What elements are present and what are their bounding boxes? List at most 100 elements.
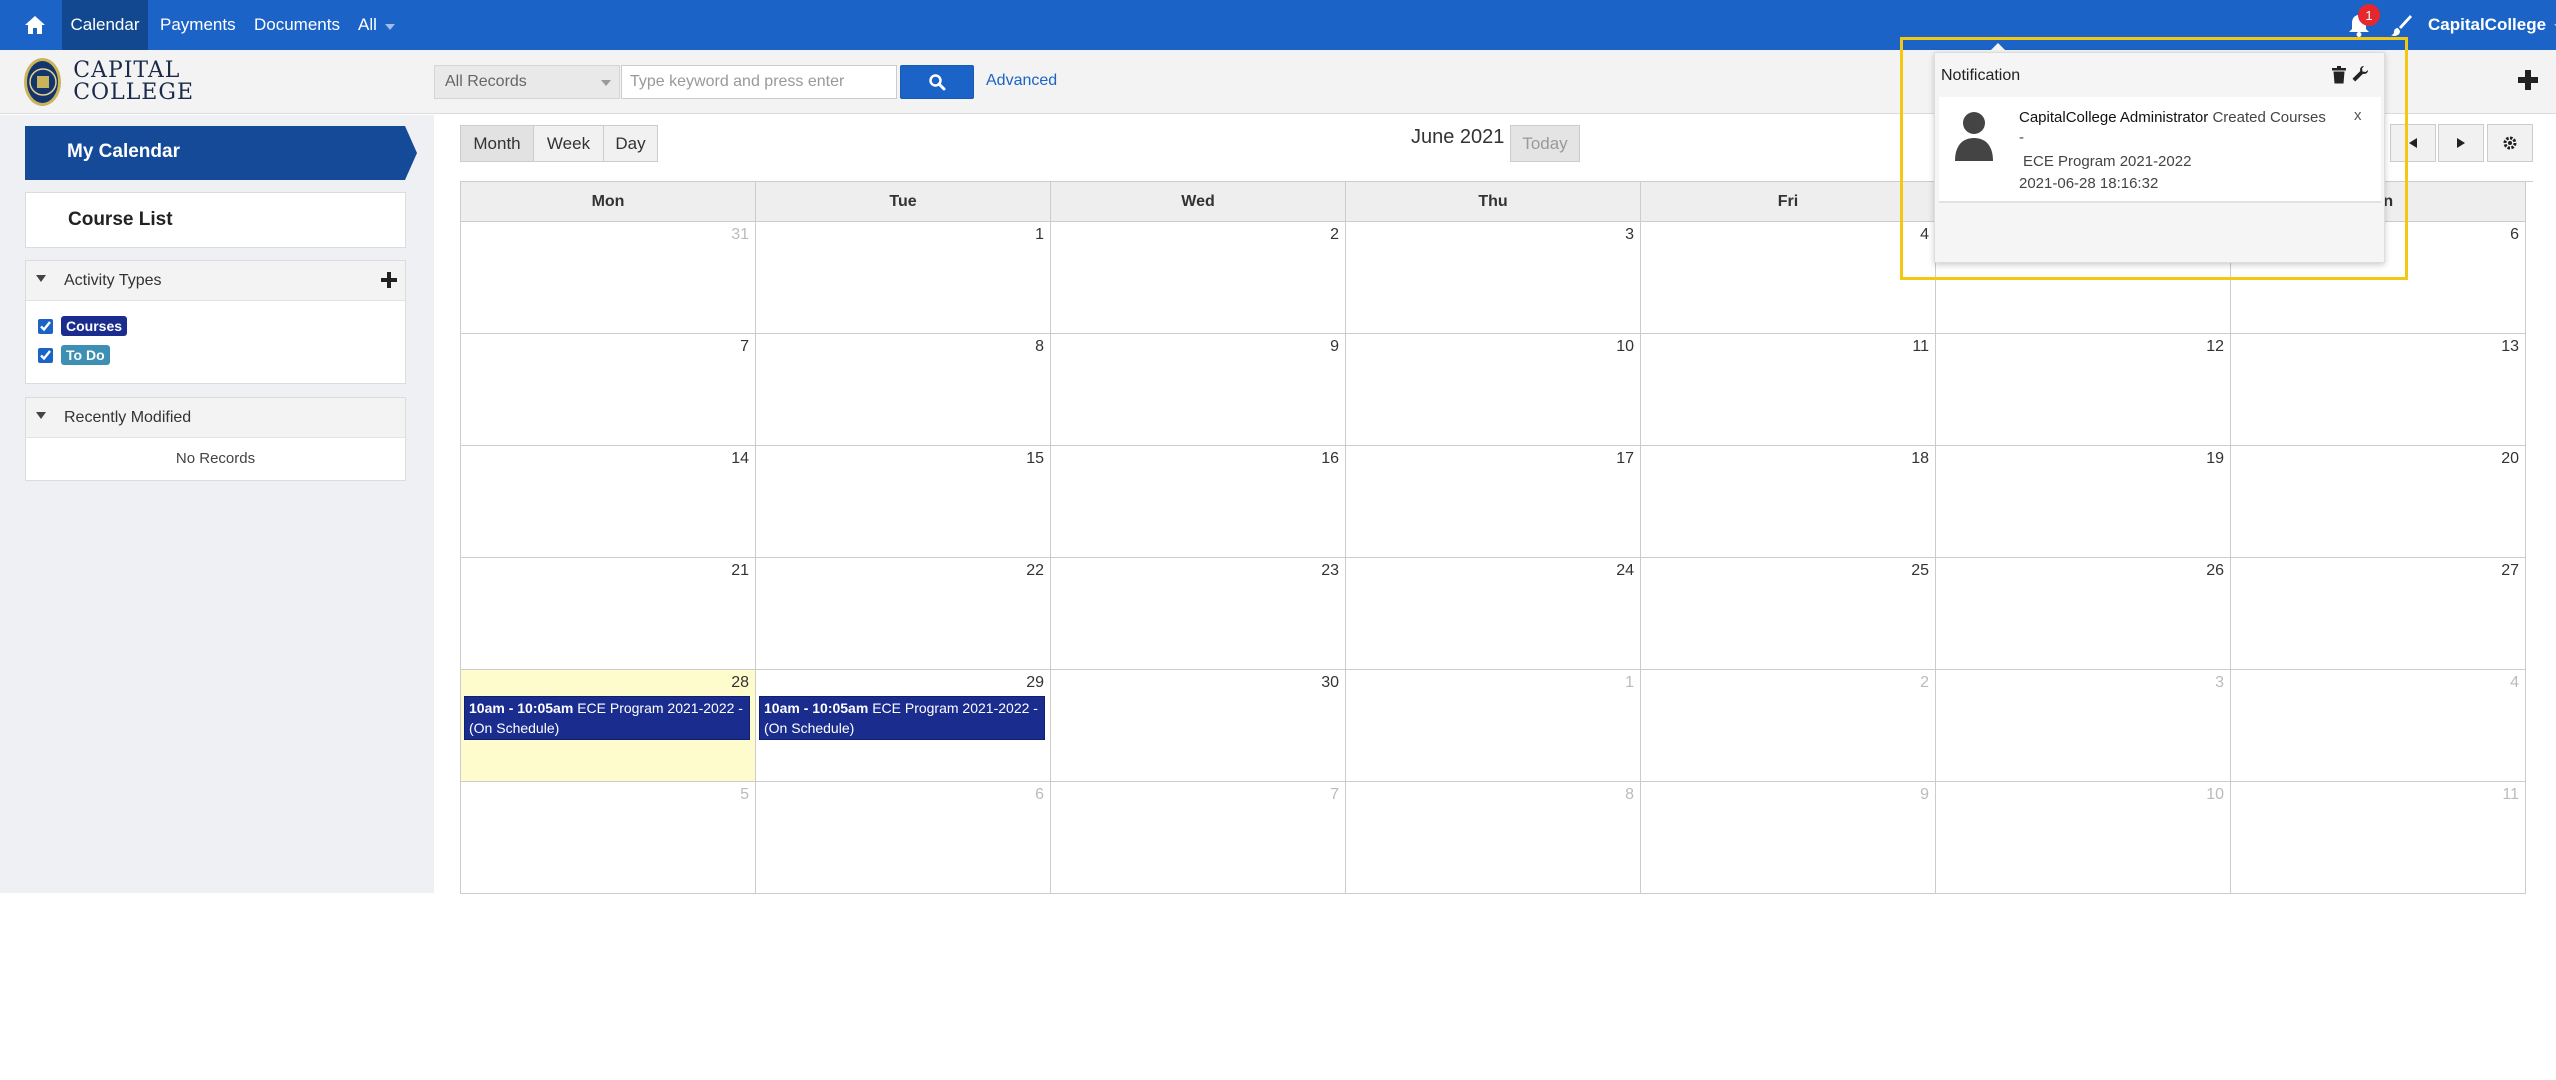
day-number[interactable]: 12 [2206, 338, 2224, 356]
calendar-day-cell[interactable]: 11 [1641, 334, 1936, 446]
today-button[interactable]: Today [1510, 125, 1580, 162]
add-activity-type-icon[interactable] [380, 271, 398, 289]
view-day-button[interactable]: Day [603, 125, 658, 162]
theme-button[interactable] [2386, 10, 2416, 40]
day-number[interactable]: 4 [2510, 674, 2519, 692]
calendar-day-cell[interactable]: 16 [1051, 446, 1346, 558]
calendar-day-cell[interactable]: 15 [756, 446, 1051, 558]
calendar-day-cell[interactable]: 7 [1051, 782, 1346, 894]
calendar-event[interactable]: 10am - 10:05am ECE Program 2021-2022 - (… [464, 696, 750, 740]
day-number[interactable]: 11 [2502, 786, 2519, 804]
calendar-day-cell[interactable]: 23 [1051, 558, 1346, 670]
calendar-day-cell[interactable]: 28 10am - 10:05am ECE Program 2021-2022 -… [461, 670, 756, 782]
calendar-day-cell[interactable]: 24 [1346, 558, 1641, 670]
calendar-day-cell[interactable]: 26 [1936, 558, 2231, 670]
calendar-day-cell[interactable]: 9 [1641, 782, 1936, 894]
calendar-day-cell[interactable]: 14 [461, 446, 756, 558]
calendar-day-cell[interactable]: 25 [1641, 558, 1936, 670]
day-number[interactable]: 23 [1321, 562, 1339, 580]
day-number[interactable]: 6 [1035, 786, 1044, 804]
calendar-day-cell[interactable]: 22 [756, 558, 1051, 670]
wrench-icon[interactable] [2351, 65, 2369, 83]
calendar-day-cell[interactable]: 17 [1346, 446, 1641, 558]
calendar-day-cell[interactable]: 9 [1051, 334, 1346, 446]
day-number[interactable]: 21 [731, 562, 749, 580]
day-number[interactable]: 13 [2501, 338, 2519, 356]
todo-checkbox[interactable] [38, 347, 53, 363]
college-logo[interactable]: CAPITAL COLLEGE [24, 56, 194, 108]
day-number[interactable]: 19 [2206, 450, 2224, 468]
calendar-day-cell[interactable]: 31 [461, 222, 756, 334]
nav-calendar[interactable]: Calendar [62, 0, 148, 50]
calendar-day-cell[interactable]: 18 [1641, 446, 1936, 558]
day-number[interactable]: 7 [740, 338, 749, 356]
calendar-day-cell[interactable]: 1 [1346, 670, 1641, 782]
day-number[interactable]: 22 [1026, 562, 1044, 580]
day-number[interactable]: 5 [740, 786, 749, 804]
sidebar-item-course-list[interactable]: Course List [25, 192, 406, 248]
view-month-button[interactable]: Month [460, 125, 534, 162]
calendar-day-cell[interactable]: 1 [756, 222, 1051, 334]
next-month-button[interactable] [2438, 124, 2484, 162]
calendar-day-cell[interactable]: 20 [2231, 446, 2526, 558]
calendar-settings-button[interactable] [2487, 124, 2533, 162]
day-number[interactable]: 9 [1330, 338, 1339, 356]
sidebar-item-my-calendar[interactable]: My Calendar [25, 126, 417, 180]
calendar-day-cell[interactable]: 27 [2231, 558, 2526, 670]
day-number[interactable]: 26 [2206, 562, 2224, 580]
calendar-day-cell[interactable]: 29 10am - 10:05am ECE Program 2021-2022 -… [756, 670, 1051, 782]
calendar-day-cell[interactable]: 5 [461, 782, 756, 894]
day-number[interactable]: 30 [1321, 674, 1339, 692]
day-number[interactable]: 1 [1625, 674, 1634, 692]
calendar-day-cell[interactable]: 10 [1346, 334, 1641, 446]
day-number[interactable]: 6 [2510, 226, 2519, 244]
courses-checkbox[interactable] [38, 318, 53, 334]
day-number[interactable]: 18 [1911, 450, 1929, 468]
day-number[interactable]: 17 [1616, 450, 1634, 468]
calendar-day-cell[interactable]: 21 [461, 558, 756, 670]
calendar-day-cell[interactable]: 4 [1641, 222, 1936, 334]
calendar-day-cell[interactable]: 2 [1641, 670, 1936, 782]
day-number[interactable]: 29 [1026, 674, 1044, 692]
home-button[interactable] [18, 8, 52, 42]
calendar-day-cell[interactable]: 8 [1346, 782, 1641, 894]
calendar-event[interactable]: 10am - 10:05am ECE Program 2021-2022 - (… [759, 696, 1045, 740]
nav-documents[interactable]: Documents [244, 0, 350, 50]
day-number[interactable]: 3 [1625, 226, 1634, 244]
day-number[interactable]: 20 [2501, 450, 2519, 468]
calendar-day-cell[interactable]: 11 [2231, 782, 2526, 894]
calendar-day-cell[interactable]: 19 [1936, 446, 2231, 558]
day-number[interactable]: 11 [1912, 338, 1929, 356]
calendar-day-cell[interactable]: 10 [1936, 782, 2231, 894]
calendar-day-cell[interactable]: 3 [1936, 670, 2231, 782]
calendar-day-cell[interactable]: 2 [1051, 222, 1346, 334]
day-number[interactable]: 3 [2215, 674, 2224, 692]
record-type-select[interactable]: All Records [434, 65, 620, 99]
collapse-toggle-icon[interactable] [36, 412, 46, 419]
notification-dismiss-button[interactable]: x [2354, 107, 2362, 124]
day-number[interactable]: 10 [2206, 786, 2224, 804]
nav-all-dropdown[interactable]: All [348, 0, 405, 50]
day-number[interactable]: 27 [2501, 562, 2519, 580]
calendar-day-cell[interactable]: 3 [1346, 222, 1641, 334]
nav-payments[interactable]: Payments [150, 0, 246, 50]
trash-icon[interactable] [2331, 66, 2347, 84]
add-new-button[interactable] [2516, 68, 2544, 96]
calendar-day-cell[interactable]: 8 [756, 334, 1051, 446]
day-number[interactable]: 24 [1616, 562, 1634, 580]
view-week-button[interactable]: Week [533, 125, 604, 162]
day-number[interactable]: 7 [1330, 786, 1339, 804]
day-number[interactable]: 15 [1026, 450, 1044, 468]
user-menu[interactable]: CapitalCollege [2428, 0, 2556, 50]
calendar-day-cell[interactable]: 13 [2231, 334, 2526, 446]
day-number[interactable]: 1 [1035, 226, 1044, 244]
day-number[interactable]: 28 [731, 674, 749, 692]
day-number[interactable]: 25 [1911, 562, 1929, 580]
calendar-day-cell[interactable]: 7 [461, 334, 756, 446]
day-number[interactable]: 2 [1920, 674, 1929, 692]
day-number[interactable]: 8 [1625, 786, 1634, 804]
calendar-day-cell[interactable]: 12 [1936, 334, 2231, 446]
advanced-search-link[interactable]: Advanced [986, 72, 1057, 90]
collapse-toggle-icon[interactable] [36, 275, 46, 282]
notification-item[interactable]: x CapitalCollege Administrator Created C… [1939, 97, 2381, 203]
